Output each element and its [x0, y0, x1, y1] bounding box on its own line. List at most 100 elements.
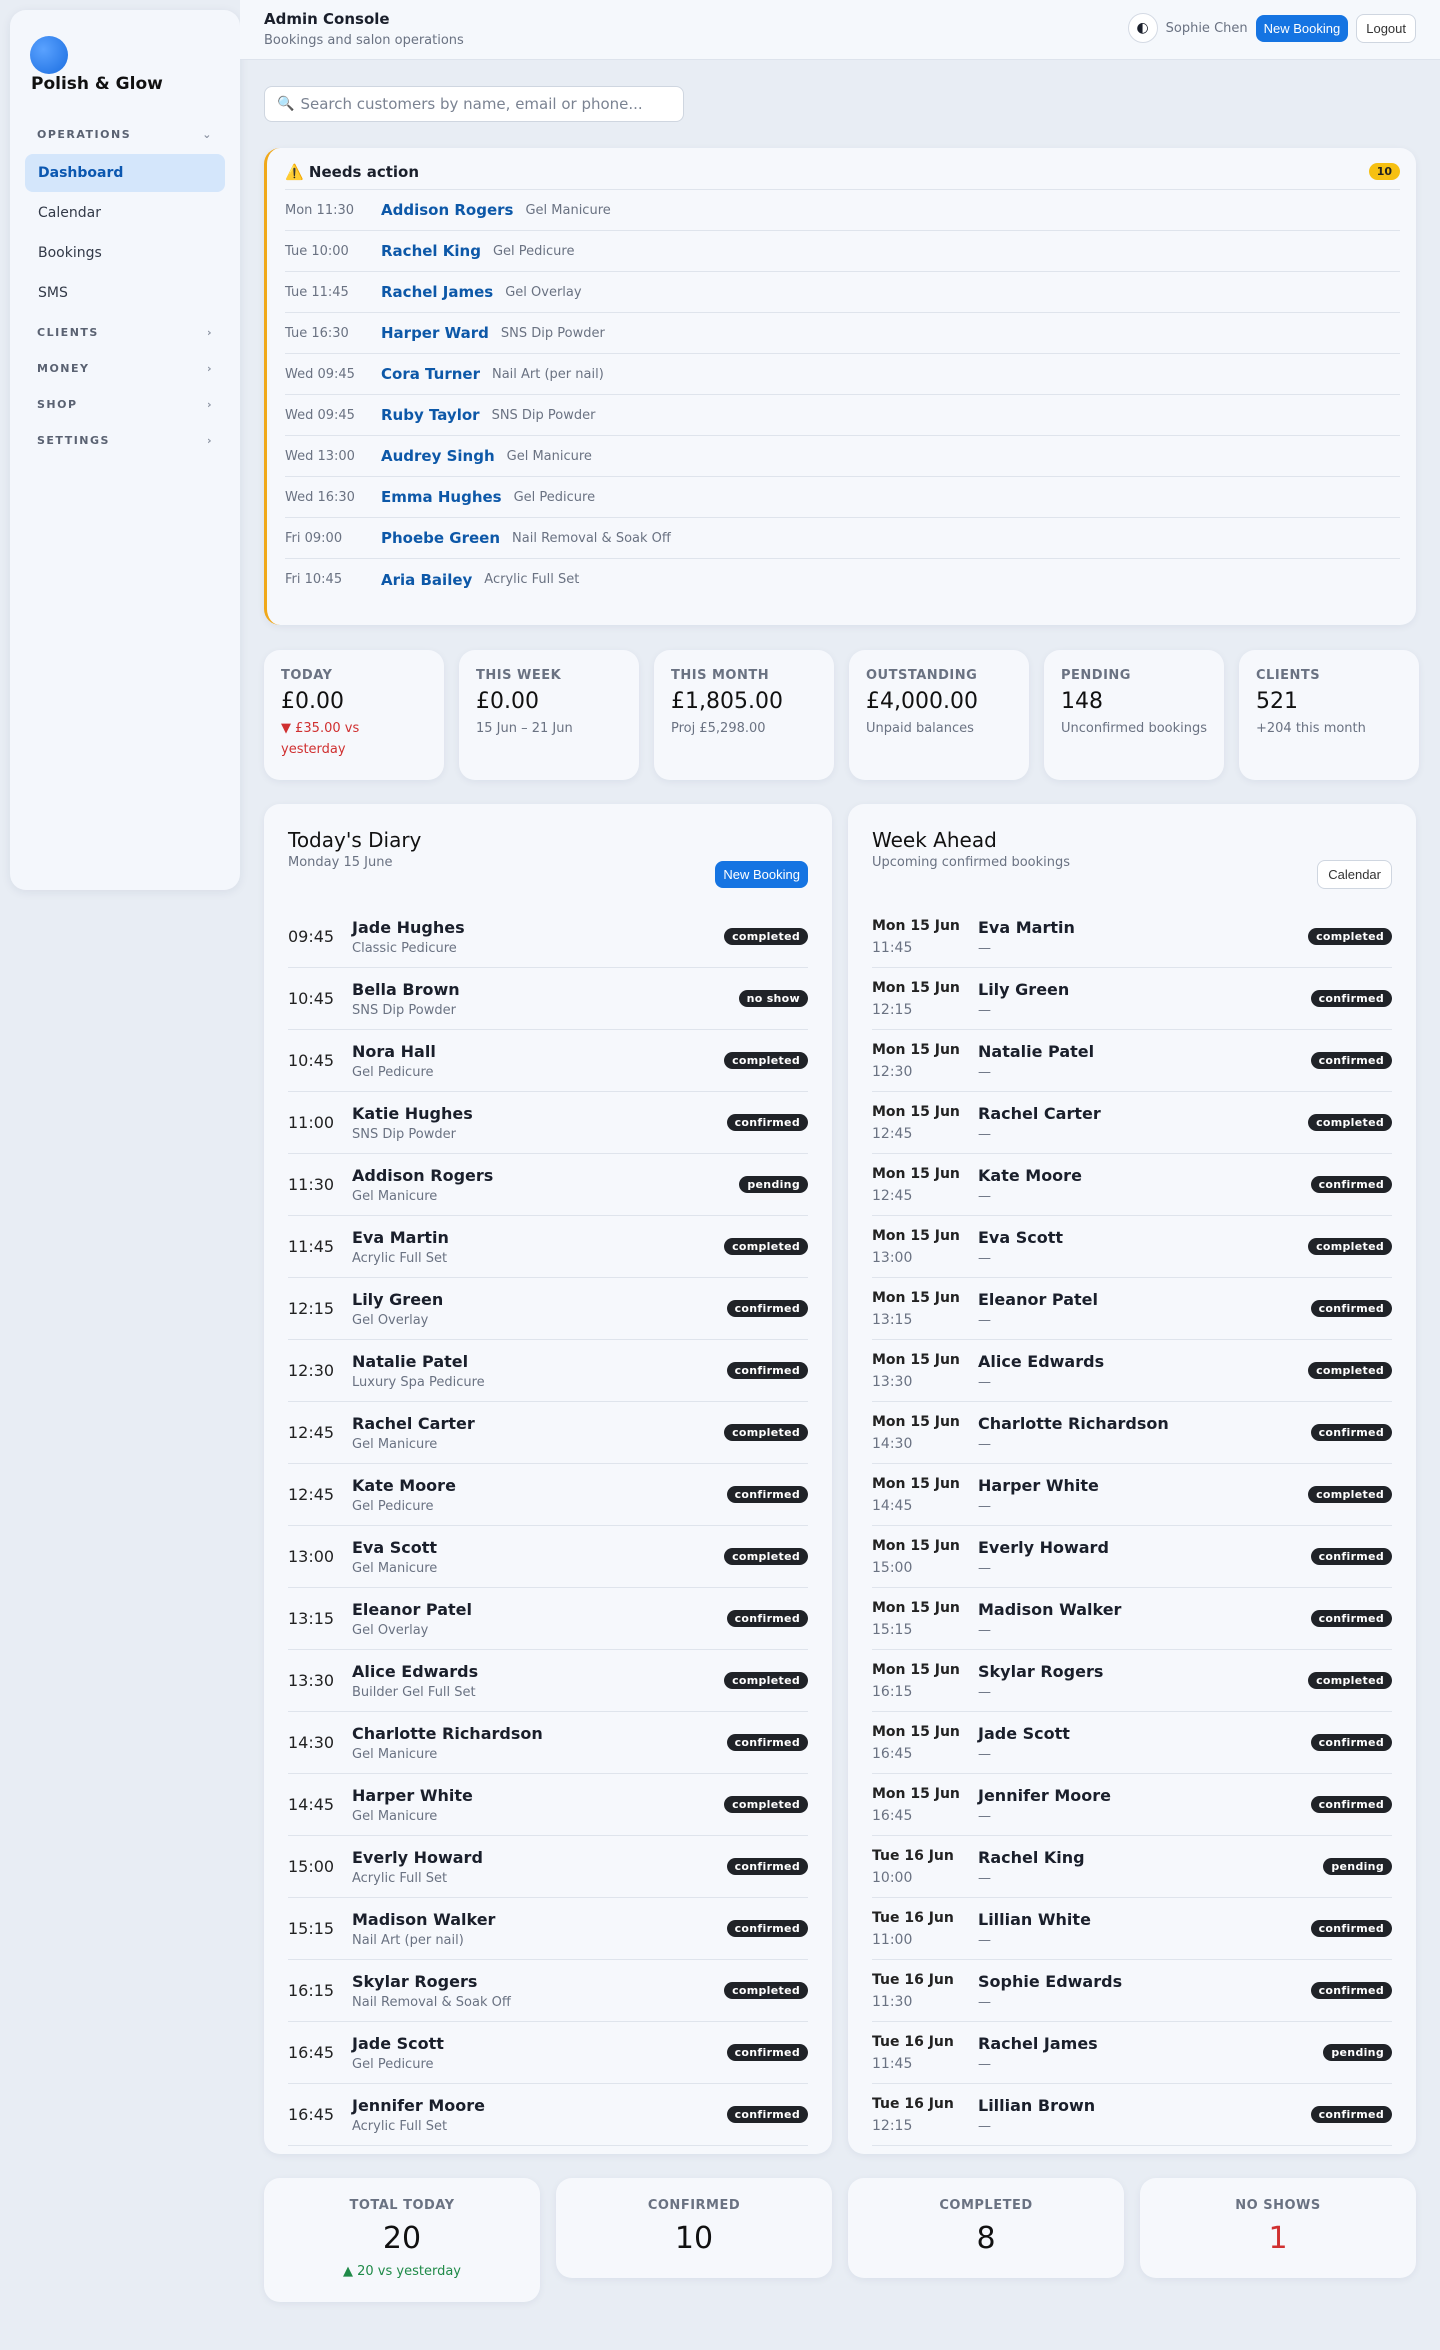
- sidebar-section-clients[interactable]: CLIENTS ›: [25, 314, 225, 350]
- search-icon: 🔍: [277, 96, 295, 112]
- needs-action-row[interactable]: Mon 11:30 Addison Rogers Gel Manicure: [285, 190, 1400, 231]
- service-name: —: [978, 2118, 991, 2134]
- status-badge: pending: [1323, 1858, 1392, 1875]
- week-row[interactable]: Mon 15 Jun 13:00 Eva Scott — completed: [872, 1216, 1392, 1278]
- diary-row[interactable]: 13:00 Eva Scott Gel Manicure completed: [288, 1526, 808, 1588]
- theme-toggle-icon[interactable]: ◐: [1127, 13, 1158, 43]
- client-name-link[interactable]: Cora Turner: [381, 365, 480, 383]
- section-label: SHOP: [37, 397, 78, 411]
- week-row[interactable]: Mon 15 Jun 12:15 Lily Green — confirmed: [872, 968, 1392, 1030]
- diary-row[interactable]: 10:45 Bella Brown SNS Dip Powder no show: [288, 968, 808, 1030]
- diary-row[interactable]: 15:00 Everly Howard Acrylic Full Set confir…: [288, 1836, 808, 1898]
- sidebar-section-shop[interactable]: SHOP ›: [25, 386, 225, 422]
- appointment-time: 12:30: [288, 1361, 335, 1380]
- sidebar-item-sms[interactable]: SMS: [25, 274, 225, 312]
- diary-row[interactable]: 11:45 Eva Martin Acrylic Full Set completed: [288, 1216, 808, 1278]
- diary-row[interactable]: 11:30 Addison Rogers Gel Manicure pending: [288, 1154, 808, 1216]
- client-name-link[interactable]: Rachel James: [381, 283, 493, 301]
- client-name-link[interactable]: Harper Ward: [381, 324, 489, 342]
- diary-row[interactable]: 16:45 Jade Scott Gel Pedicure confirmed: [288, 2022, 808, 2084]
- week-row[interactable]: Mon 15 Jun 16:15 Skylar Rogers — completed: [872, 1650, 1392, 1712]
- diary-row[interactable]: 12:45 Rachel Carter Gel Manicure completed: [288, 1402, 808, 1464]
- diary-row[interactable]: 12:15 Lily Green Gel Overlay confirmed: [288, 1278, 808, 1340]
- client-name-link[interactable]: Ruby Taylor: [381, 406, 480, 424]
- service-name: Classic Pedicure: [352, 940, 457, 956]
- diary-row[interactable]: 12:30 Natalie Patel Luxury Spa Pedicure con…: [288, 1340, 808, 1402]
- diary-row[interactable]: 16:15 Skylar Rogers Nail Removal & Soak Of…: [288, 1960, 808, 2022]
- diary-row[interactable]: 11:00 Katie Hughes SNS Dip Powder confirmed: [288, 1092, 808, 1154]
- week-row[interactable]: Tue 16 Jun 11:45 Rachel James — pending: [872, 2022, 1392, 2084]
- sidebar-section-settings[interactable]: SETTINGS ›: [25, 422, 225, 458]
- sidebar-section-operations[interactable]: OPERATIONS ⌄: [25, 116, 225, 152]
- needs-action-row[interactable]: Wed 16:30 Emma Hughes Gel Pedicure: [285, 477, 1400, 518]
- week-row[interactable]: Mon 15 Jun 12:45 Kate Moore — confirmed: [872, 1154, 1392, 1216]
- week-row[interactable]: Mon 15 Jun 15:00 Everly Howard — confirmed: [872, 1526, 1392, 1588]
- sidebar-item-calendar[interactable]: Calendar: [25, 194, 225, 232]
- client-name: Lillian White: [978, 1909, 1091, 1929]
- client-name-link[interactable]: Audrey Singh: [381, 447, 495, 465]
- search-input[interactable]: 🔍 Search customers by name, email or pho…: [264, 86, 684, 122]
- week-row[interactable]: Tue 16 Jun 10:00 Rachel King — pending: [872, 1836, 1392, 1898]
- client-name-link[interactable]: Rachel King: [381, 242, 481, 260]
- logout-button[interactable]: Logout: [1356, 13, 1416, 43]
- week-row[interactable]: Mon 15 Jun 14:45 Harper White — completed: [872, 1464, 1392, 1526]
- calendar-button[interactable]: Calendar: [1317, 860, 1392, 889]
- week-row[interactable]: Mon 15 Jun 11:45 Eva Martin — completed: [872, 906, 1392, 968]
- week-row[interactable]: Tue 16 Jun 11:00 Lillian White — confirmed: [872, 1898, 1392, 1960]
- week-row[interactable]: Tue 16 Jun 12:15 Lillian Brown — confirmed: [872, 2084, 1392, 2146]
- diary-row[interactable]: 15:15 Madison Walker Nail Art (per nail) co…: [288, 1898, 808, 1960]
- appointment-info: Nora Hall Gel Pedicure: [352, 1042, 724, 1080]
- needs-action-row[interactable]: Tue 11:45 Rachel James Gel Overlay: [285, 272, 1400, 313]
- needs-action-time: Fri 10:45: [285, 572, 343, 587]
- needs-action-row[interactable]: Tue 10:00 Rachel King Gel Pedicure: [285, 231, 1400, 272]
- week-row[interactable]: Mon 15 Jun 13:30 Alice Edwards — completed: [872, 1340, 1392, 1402]
- client-name-link[interactable]: Phoebe Green: [381, 529, 500, 547]
- appointment-datetime: Tue 16 Jun 11:30: [872, 1969, 978, 2013]
- week-row[interactable]: Mon 15 Jun 12:30 Natalie Patel — confirmed: [872, 1030, 1392, 1092]
- client-name: Natalie Patel: [352, 1351, 469, 1371]
- needs-action-row[interactable]: Tue 16:30 Harper Ward SNS Dip Powder: [285, 313, 1400, 354]
- needs-action-row[interactable]: Wed 09:45 Cora Turner Nail Art (per nail): [285, 354, 1400, 395]
- client-name-link[interactable]: Aria Bailey: [381, 571, 472, 589]
- service-name: —: [978, 1746, 991, 1762]
- week-row[interactable]: Mon 15 Jun 15:15 Madison Walker — confirmed: [872, 1588, 1392, 1650]
- appointment-time: 16:45: [288, 2043, 335, 2062]
- week-row[interactable]: Tue 16 Jun 11:30 Sophie Edwards — confirmed: [872, 1960, 1392, 2022]
- needs-action-row[interactable]: Fri 09:00 Phoebe Green Nail Removal & Soak…: [285, 518, 1400, 559]
- client-name: Charlotte Richardson: [352, 1723, 543, 1743]
- week-title: Week Ahead: [872, 828, 997, 852]
- client-name: Sophie Edwards: [978, 1971, 1123, 1991]
- week-row[interactable]: Mon 15 Jun 16:45 Jennifer Moore — confirmed: [872, 1774, 1392, 1836]
- diary-row[interactable]: 14:45 Harper White Gel Manicure completed: [288, 1774, 808, 1836]
- diary-row[interactable]: 12:45 Kate Moore Gel Pedicure confirmed: [288, 1464, 808, 1526]
- week-row[interactable]: Mon 15 Jun 12:45 Rachel Carter — completed: [872, 1092, 1392, 1154]
- top-bar: Admin Console Bookings and salon operati…: [240, 0, 1440, 60]
- week-row[interactable]: Mon 15 Jun 16:45 Jade Scott — confirmed: [872, 1712, 1392, 1774]
- status-badge: completed: [724, 1424, 808, 1441]
- diary-row[interactable]: 13:15 Eleanor Patel Gel Overlay confirmed: [288, 1588, 808, 1650]
- needs-action-row[interactable]: Fri 10:45 Aria Bailey Acrylic Full Set: [285, 559, 1400, 600]
- sidebar: Polish & Glow OPERATIONS ⌄ Dashboard Cal…: [10, 10, 240, 890]
- service-name: SNS Dip Powder: [491, 407, 596, 423]
- needs-action-row[interactable]: Wed 13:00 Audrey Singh Gel Manicure: [285, 436, 1400, 477]
- week-row[interactable]: Mon 15 Jun 14:30 Charlotte Richardson — conf…: [872, 1402, 1392, 1464]
- new-booking-button[interactable]: New Booking: [1255, 14, 1349, 42]
- diary-new-booking-button[interactable]: New Booking: [715, 861, 808, 888]
- diary-row[interactable]: 16:45 Jennifer Moore Acrylic Full Set confi…: [288, 2084, 808, 2146]
- diary-row[interactable]: 09:45 Jade Hughes Classic Pedicure complete…: [288, 906, 808, 968]
- appointment-datetime: Tue 16 Jun 11:00: [872, 1907, 978, 1951]
- client-name-link[interactable]: Emma Hughes: [381, 488, 502, 506]
- needs-action-time: Wed 16:30: [285, 489, 355, 505]
- diary-row[interactable]: 13:30 Alice Edwards Builder Gel Full Set co…: [288, 1650, 808, 1712]
- sidebar-item-bookings[interactable]: Bookings: [25, 234, 225, 272]
- sidebar-item-dashboard[interactable]: Dashboard: [25, 154, 225, 192]
- diary-row[interactable]: 10:45 Nora Hall Gel Pedicure completed: [288, 1030, 808, 1092]
- diary-row[interactable]: 14:30 Charlotte Richardson Gel Manicure con…: [288, 1712, 808, 1774]
- sidebar-section-money[interactable]: MONEY ›: [25, 350, 225, 386]
- status-badge: completed: [1308, 1486, 1392, 1503]
- client-name-link[interactable]: Addison Rogers: [381, 201, 513, 219]
- appointment-time: 13:15: [288, 1609, 335, 1628]
- week-row[interactable]: Mon 15 Jun 13:15 Eleanor Patel — confirmed: [872, 1278, 1392, 1340]
- stat-subtext: Unconfirmed bookings: [1061, 721, 1208, 736]
- needs-action-row[interactable]: Wed 09:45 Ruby Taylor SNS Dip Powder: [285, 395, 1400, 436]
